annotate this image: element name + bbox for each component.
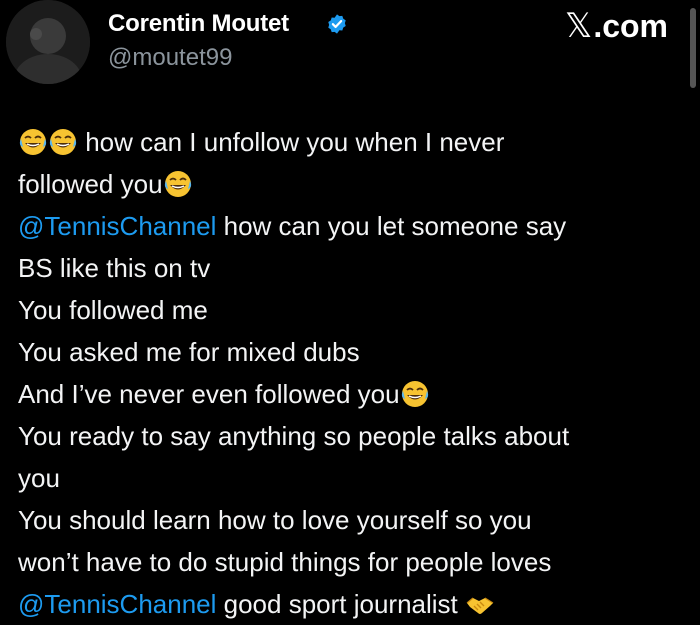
tweet-line-8: You ready to say anything so people talk… xyxy=(18,415,688,457)
tweet-text-segment: You followed me xyxy=(18,295,208,325)
face-with-tears-of-joy-emoji xyxy=(400,379,430,409)
tweet-line-9: you xyxy=(18,457,688,499)
tweet-text-segment: good sport journalist xyxy=(216,589,465,619)
tweet-line-6: You asked me for mixed dubs xyxy=(18,331,688,373)
tweet-line-3: @TennisChannel how can you let someone s… xyxy=(18,205,688,247)
tweet-line-7: And I’ve never even followed you xyxy=(18,373,688,415)
face-with-tears-of-joy-emoji xyxy=(163,169,193,199)
tweet-text-segment: you xyxy=(18,463,60,493)
tweet-line-5: You followed me xyxy=(18,289,688,331)
tweet-line-12: @TennisChannel good sport journalist xyxy=(18,583,688,625)
tweet-header: Corentin Moutet @moutet99 𝕏 .com xyxy=(0,0,700,100)
tweet-text-segment: You asked me for mixed dubs xyxy=(18,337,360,367)
display-name[interactable]: Corentin Moutet xyxy=(108,8,289,40)
tweet-line-4: BS like this on tv xyxy=(18,247,688,289)
tweet-text-segment: You should learn how to love yourself so… xyxy=(18,505,532,535)
tweet-text-segment: how can I unfollow you when I never xyxy=(78,127,505,157)
tweet-line-1: how can I unfollow you when I never xyxy=(18,121,688,163)
scrollbar[interactable] xyxy=(690,8,696,88)
avatar[interactable] xyxy=(6,0,90,84)
tweet-text-segment: how can you let someone say xyxy=(216,211,567,241)
mention-link[interactable]: @TennisChannel xyxy=(18,205,216,247)
brand-suffix: .com xyxy=(593,8,668,44)
tweet-text-segment: You ready to say anything so people talk… xyxy=(18,421,570,451)
face-with-tears-of-joy-emoji xyxy=(48,127,78,157)
face-with-tears-of-joy-emoji xyxy=(18,127,48,157)
tweet-text-segment: BS like this on tv xyxy=(18,253,211,283)
mention-link[interactable]: @TennisChannel xyxy=(18,583,216,625)
x-com-watermark: 𝕏 .com xyxy=(565,6,668,46)
user-handle[interactable]: @moutet99 xyxy=(108,42,232,74)
tweet-text-segment: won’t have to do stupid things for peopl… xyxy=(18,547,552,577)
tweet-line-2: followed you xyxy=(18,163,688,205)
verified-badge-icon xyxy=(328,14,346,34)
handshake-emoji xyxy=(465,589,495,619)
tweet-line-10: You should learn how to love yourself so… xyxy=(18,499,688,541)
tweet-line-11: won’t have to do stupid things for peopl… xyxy=(18,541,688,583)
tweet-text: how can I unfollow you when I never foll… xyxy=(18,121,688,625)
x-logo-icon: 𝕏 xyxy=(564,7,593,45)
tweet-text-segment: followed you xyxy=(18,169,163,199)
tweet-text-segment: And I’ve never even followed you xyxy=(18,379,400,409)
